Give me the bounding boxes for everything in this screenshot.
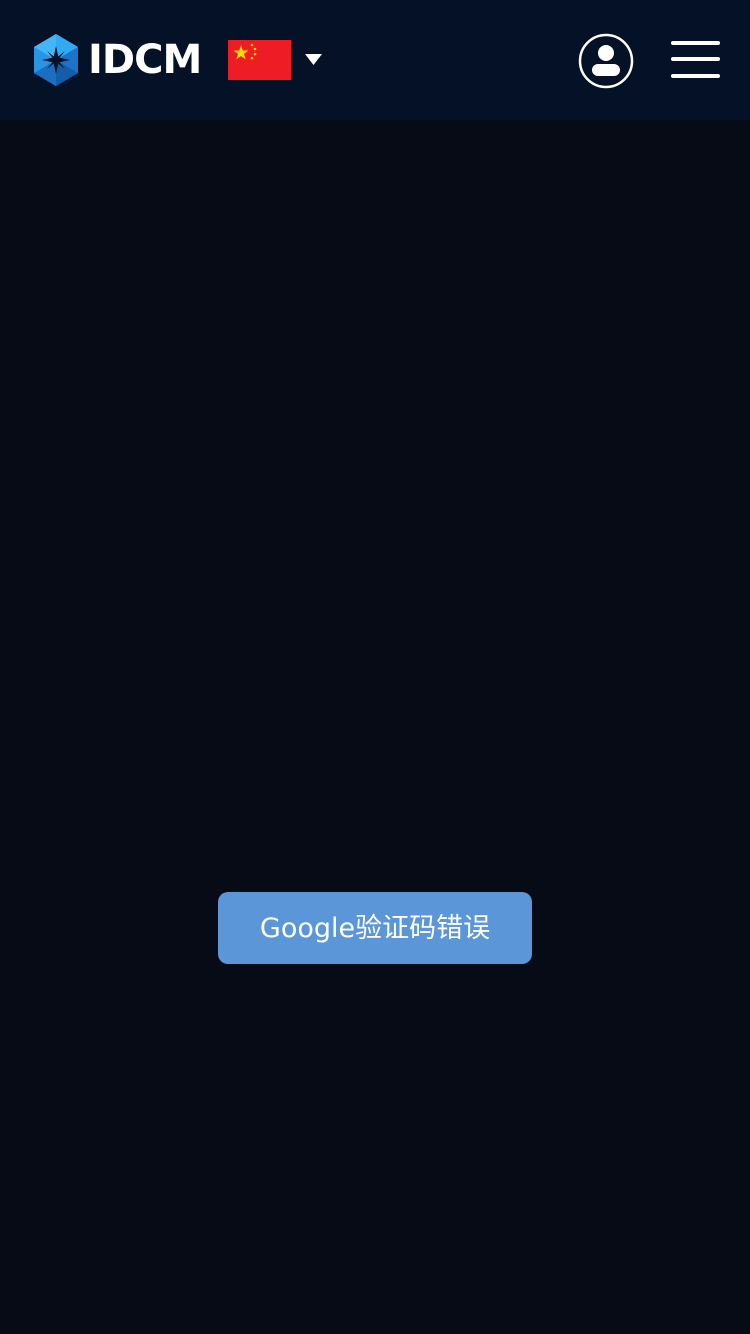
top-navigation-bar: IDCM (0, 0, 750, 120)
error-toast: Google验证码错误 (218, 892, 532, 964)
app-root: IDCM Google验证码错误 (0, 0, 750, 1334)
language-selector[interactable] (228, 40, 322, 80)
caret-down-icon (305, 54, 322, 65)
hamburger-menu-icon[interactable] (671, 40, 720, 80)
user-circle-icon (578, 33, 634, 89)
brand-logo-link[interactable]: IDCM (32, 32, 202, 88)
user-account-button[interactable] (578, 33, 634, 89)
idcm-logo-icon (34, 34, 78, 86)
china-flag-icon (228, 40, 291, 80)
menu-bar-middle (671, 57, 720, 61)
main-content-area (0, 120, 750, 1334)
brand-name: IDCM (88, 37, 202, 83)
menu-bar-bottom (671, 74, 720, 78)
menu-bar-top (671, 41, 720, 45)
